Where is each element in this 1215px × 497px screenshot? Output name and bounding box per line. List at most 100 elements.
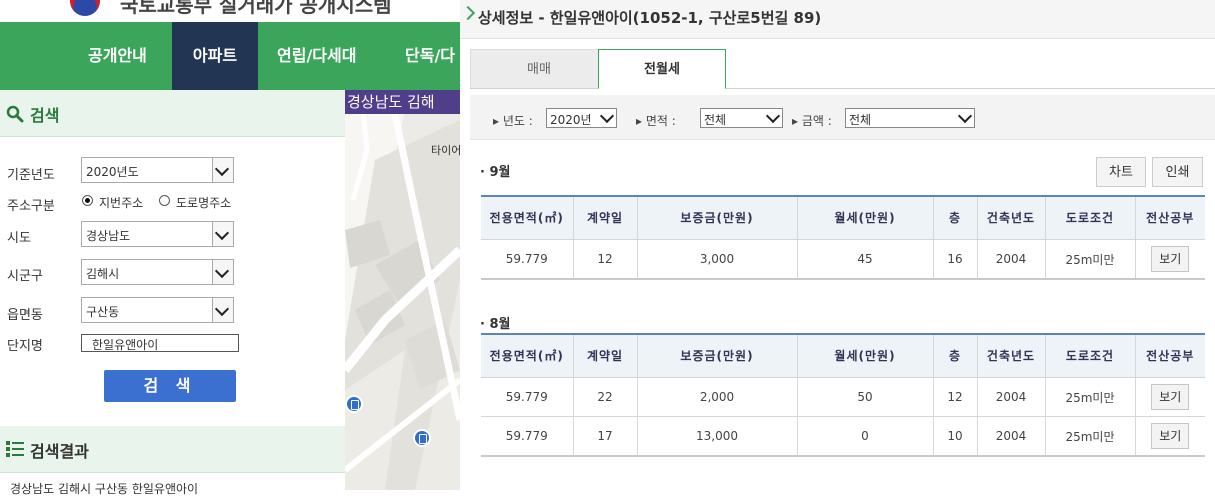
cell-built-year: 2004 xyxy=(976,416,1046,457)
transactions-table-aug: 전용면적(㎡) 계약일 보증금(만원) 월세(만원) 층 건축년도 도로조건 전… xyxy=(481,333,1205,457)
nav-item-apartment[interactable]: 아파트 xyxy=(172,22,258,90)
cell-area: 59.779 xyxy=(481,239,574,280)
year-filter-select[interactable]: 2020년 xyxy=(546,108,617,128)
amount-filter-label: ▸ 금액 : xyxy=(792,114,832,128)
cell-monthly-rent: 0 xyxy=(796,416,934,457)
nav-item-disclosure[interactable]: 공개안내 xyxy=(88,22,147,90)
view-button[interactable]: 보기 xyxy=(1151,423,1190,449)
cell-road: 25m미만 xyxy=(1044,377,1136,417)
map-place-label: 타이어 xyxy=(431,144,460,157)
col-contract-day[interactable]: 계약일 xyxy=(572,333,638,378)
cell-contract-day: 22 xyxy=(572,377,638,417)
list-icon xyxy=(6,441,24,457)
cell-registry: 보기 xyxy=(1134,239,1205,280)
tab-sale[interactable]: 매매 xyxy=(470,49,608,89)
cell-registry: 보기 xyxy=(1134,416,1205,457)
chart-button[interactable]: 차트 xyxy=(1096,157,1146,187)
tab-divider xyxy=(470,88,1215,89)
col-monthly-rent[interactable]: 월세(만원) xyxy=(796,333,934,378)
road-address-radio[interactable] xyxy=(159,195,170,206)
sigungu-select[interactable]: 김해시 xyxy=(81,259,234,285)
chevron-down-icon xyxy=(599,108,615,124)
table-row: 59.779 22 2,000 50 12 2004 25m미만 보기 xyxy=(481,377,1205,417)
cell-area: 59.779 xyxy=(481,416,574,457)
year-select[interactable]: 2020년도 xyxy=(81,157,234,183)
col-deposit[interactable]: 보증금(만원) xyxy=(636,195,798,240)
cell-deposit: 2,000 xyxy=(636,377,798,417)
nav-item-rowhouse[interactable]: 연립/다세대 xyxy=(277,22,356,90)
chevron-down-icon xyxy=(212,222,233,246)
col-road[interactable]: 도로조건 xyxy=(1044,333,1136,378)
cell-road: 25m미만 xyxy=(1044,239,1136,280)
cell-deposit: 3,000 xyxy=(636,239,798,280)
search-panel: 검색 기준년도 2020년도 주소구분 지번주소 도로명주소 시도 경상남도 시… xyxy=(0,90,345,496)
jibun-address-radio[interactable] xyxy=(82,195,93,206)
year-label: 기준년도 xyxy=(7,168,55,183)
month-heading-sep: · 9월 xyxy=(480,165,511,180)
cell-floor: 16 xyxy=(932,239,978,280)
results-section-header: 검색결과 xyxy=(0,426,345,473)
chevron-down-icon xyxy=(212,158,233,182)
cell-floor: 10 xyxy=(932,416,978,457)
bus-stop-icon[interactable] xyxy=(345,395,363,413)
cell-contract-day: 12 xyxy=(572,239,638,280)
cell-built-year: 2004 xyxy=(976,377,1046,417)
col-contract-day[interactable]: 계약일 xyxy=(572,195,638,240)
tab-lease[interactable]: 전월세 xyxy=(598,49,726,89)
chevron-right-icon xyxy=(460,5,476,21)
result-list-item[interactable]: 경상남도 김해시 구산동 한일유앤아이 xyxy=(10,480,198,497)
area-filter-select[interactable]: 전체 xyxy=(700,108,783,128)
col-registry[interactable]: 전산공부 xyxy=(1134,333,1205,378)
cell-deposit: 13,000 xyxy=(636,416,798,457)
filter-bar: ▸ 년도 : 2020년 ▸ 면적 : 전체 ▸ 금액 : 전체 xyxy=(470,95,1215,140)
amount-filter-select[interactable]: 전체 xyxy=(845,108,975,128)
sido-select[interactable]: 경상남도 xyxy=(81,221,234,247)
nav-item-detached[interactable]: 단독/다 xyxy=(405,22,455,90)
table-row: 59.779 17 13,000 0 10 2004 25m미만 보기 xyxy=(481,416,1205,457)
year-filter-label: ▸ 년도 : xyxy=(493,114,533,128)
month-heading-aug: · 8월 xyxy=(480,317,511,332)
complex-name-input[interactable]: 한일유앤아이 xyxy=(81,334,239,352)
search-section-title: 검색 xyxy=(30,106,60,125)
table-header-row: 전용면적(㎡) 계약일 보증금(만원) 월세(만원) 층 건축년도 도로조건 전… xyxy=(481,333,1205,378)
print-button[interactable]: 인쇄 xyxy=(1152,157,1203,187)
col-road[interactable]: 도로조건 xyxy=(1044,195,1136,240)
site-header: 국토교통부 실거래가 공개시스템 xyxy=(0,0,460,22)
bus-stop-icon[interactable] xyxy=(413,429,431,447)
col-registry[interactable]: 전산공부 xyxy=(1134,195,1205,240)
cell-registry: 보기 xyxy=(1134,377,1205,417)
col-monthly-rent[interactable]: 월세(만원) xyxy=(796,195,934,240)
chevron-down-icon xyxy=(212,260,233,284)
transactions-table-sep: 전용면적(㎡) 계약일 보증금(만원) 월세(만원) 층 건축년도 도로조건 전… xyxy=(481,195,1205,280)
detail-popup: 상세정보 - 한일유앤아이(1052-1, 구산로5번길 89) 매매 전월세 … xyxy=(460,0,1215,490)
search-icon xyxy=(6,105,24,123)
danji-label: 단지명 xyxy=(7,339,43,354)
map-view[interactable]: 경상남도 김해 타이어 xyxy=(345,90,460,490)
search-section-header: 검색 xyxy=(0,90,345,137)
search-button[interactable]: 검 색 xyxy=(104,370,236,402)
jibun-address-label: 지번주소 xyxy=(99,196,144,210)
col-floor[interactable]: 층 xyxy=(932,195,978,240)
cell-road: 25m미만 xyxy=(1044,416,1136,457)
chevron-down-icon xyxy=(212,298,233,322)
chevron-down-icon xyxy=(765,108,781,124)
col-built-year[interactable]: 건축년도 xyxy=(976,333,1046,378)
col-floor[interactable]: 층 xyxy=(932,333,978,378)
view-button[interactable]: 보기 xyxy=(1151,246,1190,272)
col-built-year[interactable]: 건축년도 xyxy=(976,195,1046,240)
government-logo[interactable] xyxy=(70,0,100,16)
area-filter-label: ▸ 면적 : xyxy=(636,114,676,128)
detail-header: 상세정보 - 한일유앤아이(1052-1, 구산로5번길 89) xyxy=(460,0,1215,39)
view-button[interactable]: 보기 xyxy=(1151,384,1190,410)
col-area[interactable]: 전용면적(㎡) xyxy=(481,333,574,378)
chevron-down-icon xyxy=(957,108,973,124)
detail-title: 상세정보 - 한일유앤아이(1052-1, 구산로5번길 89) xyxy=(478,9,822,27)
eupmyeon-select[interactable]: 구산동 xyxy=(81,297,234,323)
site-title[interactable]: 국토교통부 실거래가 공개시스템 xyxy=(120,0,392,18)
cell-contract-day: 17 xyxy=(572,416,638,457)
address-type-label: 주소구분 xyxy=(7,199,55,214)
map-region-label: 경상남도 김해 xyxy=(345,90,460,114)
col-area[interactable]: 전용면적(㎡) xyxy=(481,195,574,240)
road-address-label: 도로명주소 xyxy=(176,196,232,210)
col-deposit[interactable]: 보증금(만원) xyxy=(636,333,798,378)
